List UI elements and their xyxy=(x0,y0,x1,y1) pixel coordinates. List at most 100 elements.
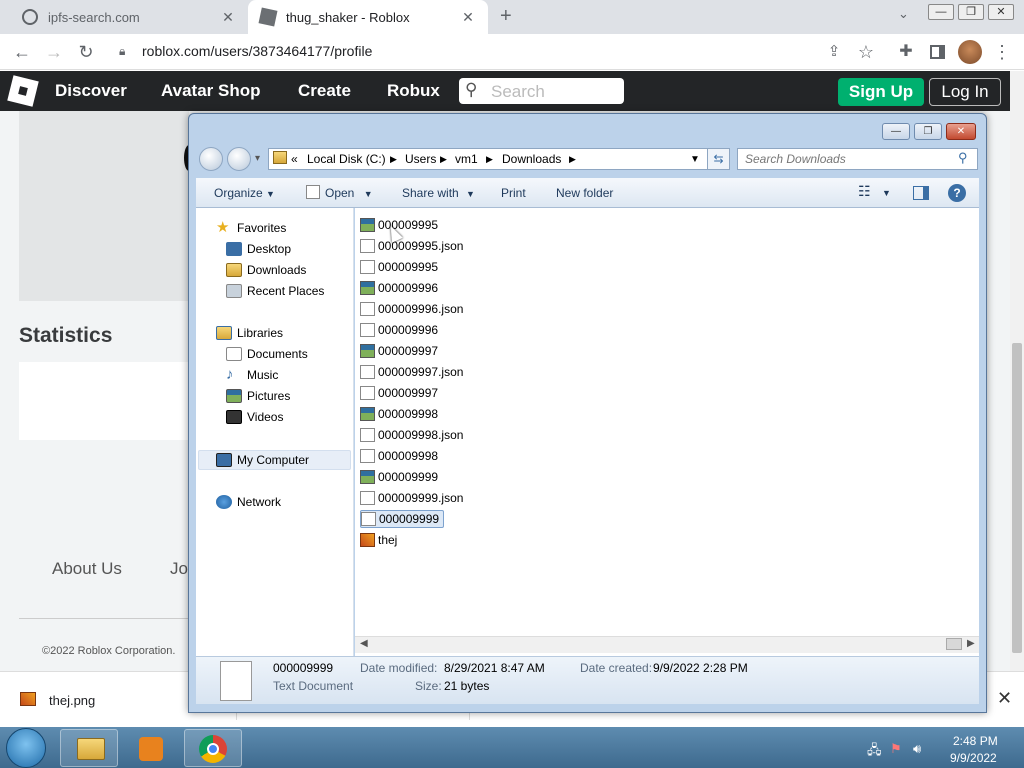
close-tab-icon[interactable]: ✕ xyxy=(460,9,476,26)
sign-up-button[interactable]: Sign Up xyxy=(838,78,924,106)
menu-kebab-icon[interactable]: ⋮ xyxy=(990,40,1014,64)
download-item-filename[interactable]: thej.png xyxy=(49,693,95,708)
print-button[interactable]: Print xyxy=(501,186,526,200)
nav-pictures[interactable]: Pictures xyxy=(226,387,290,405)
share-icon[interactable]: ⇪ xyxy=(822,40,846,64)
tab-ipfs-search[interactable]: ipfs-search.com ✕ xyxy=(10,0,248,34)
file-item[interactable]: 000009996 xyxy=(360,279,438,297)
footer-about-link[interactable]: About Us xyxy=(52,559,122,579)
restore-button[interactable]: ❐ xyxy=(958,4,984,20)
preview-pane-icon[interactable] xyxy=(913,186,929,200)
nav-create[interactable]: Create xyxy=(298,81,351,101)
clock-date[interactable]: 9/9/2022 xyxy=(950,751,997,765)
file-item[interactable]: 000009997 xyxy=(360,384,438,402)
footer-jobs-link[interactable]: Jo xyxy=(170,559,188,579)
nav-videos[interactable]: Videos xyxy=(226,408,283,426)
view-options-icon[interactable]: ☷ xyxy=(858,183,871,200)
clock-time[interactable]: 2:48 PM xyxy=(953,734,998,748)
nav-downloads[interactable]: Downloads xyxy=(226,261,306,279)
side-panel-icon[interactable] xyxy=(930,45,945,59)
breadcrumb-local-disk[interactable]: Local Disk (C:) xyxy=(307,152,386,166)
back-arrow-icon[interactable]: ← xyxy=(10,40,34,64)
page-scrollbar-thumb[interactable] xyxy=(1012,343,1022,653)
chrome-taskbar-button[interactable] xyxy=(184,729,242,767)
back-nav-button[interactable] xyxy=(199,147,223,171)
reload-icon[interactable]: ↻ xyxy=(74,40,98,64)
dialog-close-button[interactable]: ✕ xyxy=(946,123,976,140)
file-item[interactable]: thej xyxy=(360,531,397,549)
scroll-left-icon[interactable]: ◀ xyxy=(360,638,368,649)
profile-avatar[interactable] xyxy=(958,40,982,64)
forward-nav-button[interactable] xyxy=(227,147,251,171)
scroll-right-icon[interactable]: ▶ xyxy=(967,638,975,649)
close-window-button[interactable]: ✕ xyxy=(988,4,1014,20)
file-item[interactable]: 000009998.json xyxy=(360,426,463,444)
nav-favorites[interactable]: ★ Favorites xyxy=(216,219,286,237)
close-shelf-icon[interactable]: ✕ xyxy=(997,688,1012,709)
search-icon[interactable]: ⚲ xyxy=(958,150,968,166)
address-history-chevron-icon[interactable]: ▼ xyxy=(690,154,700,165)
chevron-down-icon[interactable]: ▼ xyxy=(882,188,891,198)
nav-avatar-shop[interactable]: Avatar Shop xyxy=(161,81,261,101)
breadcrumb-arrow-icon[interactable]: ▶ xyxy=(440,154,447,165)
scrollbar-thumb[interactable] xyxy=(946,638,962,650)
dialog-maximize-button[interactable]: ❐ xyxy=(914,123,942,140)
file-item[interactable]: 000009996 xyxy=(360,321,438,339)
breadcrumb-downloads[interactable]: Downloads xyxy=(502,152,561,166)
explorer-taskbar-button[interactable] xyxy=(60,729,118,767)
nav-network-label: Network xyxy=(237,495,282,509)
dialog-minimize-button[interactable]: — xyxy=(882,123,910,140)
nav-music[interactable]: ♪ Music xyxy=(226,366,278,384)
network-tray-icon[interactable]: 🖧 xyxy=(867,741,882,763)
forward-arrow-icon[interactable]: → xyxy=(42,40,66,64)
volume-icon[interactable]: 🔊︎ xyxy=(913,741,921,757)
breadcrumb-arrow-icon[interactable]: ▶ xyxy=(390,154,397,165)
file-name: 000009997 xyxy=(378,386,439,400)
share-with-menu[interactable]: Share with ▼ xyxy=(402,186,475,200)
nav-robux[interactable]: Robux xyxy=(387,81,440,101)
document-file-icon xyxy=(360,323,375,337)
organize-menu[interactable]: Organize ▼ xyxy=(214,186,275,200)
nav-recent-places[interactable]: Recent Places xyxy=(226,282,324,300)
close-tab-icon[interactable]: ✕ xyxy=(220,9,236,26)
tab-roblox[interactable]: thug_shaker - Roblox ✕ xyxy=(248,0,488,34)
file-item[interactable]: 000009999.json xyxy=(360,489,463,507)
start-button[interactable] xyxy=(6,728,46,768)
file-item[interactable]: 000009997 xyxy=(360,342,438,360)
bookmark-star-icon[interactable]: ☆ xyxy=(854,40,878,64)
nav-my-computer[interactable]: My Computer xyxy=(216,451,309,469)
breadcrumb-arrow-icon[interactable]: ▶ xyxy=(486,154,493,165)
help-icon[interactable]: ? xyxy=(948,184,966,202)
media-player-taskbar-button[interactable] xyxy=(122,729,180,767)
tab-search-chevron-icon[interactable]: ⌄ xyxy=(898,6,909,22)
open-button[interactable]: Open ▼ xyxy=(325,186,373,200)
extensions-icon[interactable]: ✚ xyxy=(894,40,918,64)
file-item[interactable]: 000009998 xyxy=(360,405,438,423)
log-in-button[interactable]: Log In xyxy=(929,78,1001,106)
file-item[interactable]: 000009997.json xyxy=(360,363,463,381)
nav-desktop[interactable]: Desktop xyxy=(226,240,291,258)
breadcrumb-users[interactable]: Users xyxy=(405,152,436,166)
recent-pages-chevron-icon[interactable]: ▾ xyxy=(255,153,260,164)
minimize-button[interactable]: — xyxy=(928,4,954,20)
lock-icon[interactable]: 🔒︎ xyxy=(119,44,125,59)
file-item[interactable]: 000009995 xyxy=(360,258,438,276)
nav-network[interactable]: Network xyxy=(216,493,281,511)
breadcrumb-vm1[interactable]: vm1 xyxy=(455,152,478,166)
file-item[interactable]: 000009999 xyxy=(360,510,445,528)
new-tab-button[interactable]: + xyxy=(500,5,512,28)
nav-discover[interactable]: Discover xyxy=(55,81,127,101)
breadcrumb-arrow-icon[interactable]: ▶ xyxy=(569,154,576,165)
refresh-icon[interactable]: ⇆ xyxy=(707,148,730,170)
horizontal-scrollbar[interactable] xyxy=(355,636,979,653)
file-item[interactable]: 000009995.json xyxy=(360,237,463,255)
window-controls: — ❐ ✕ xyxy=(924,2,1014,20)
nav-libraries[interactable]: Libraries xyxy=(216,324,283,342)
breadcrumb-overflow[interactable]: « xyxy=(291,152,298,166)
nav-documents[interactable]: Documents xyxy=(226,345,308,363)
file-item[interactable]: 000009999 xyxy=(360,468,438,486)
action-center-icon[interactable]: ⚑ xyxy=(890,741,902,757)
file-item[interactable]: 000009996.json xyxy=(360,300,463,318)
file-item[interactable]: 000009998 xyxy=(360,447,438,465)
new-folder-button[interactable]: New folder xyxy=(556,186,613,200)
